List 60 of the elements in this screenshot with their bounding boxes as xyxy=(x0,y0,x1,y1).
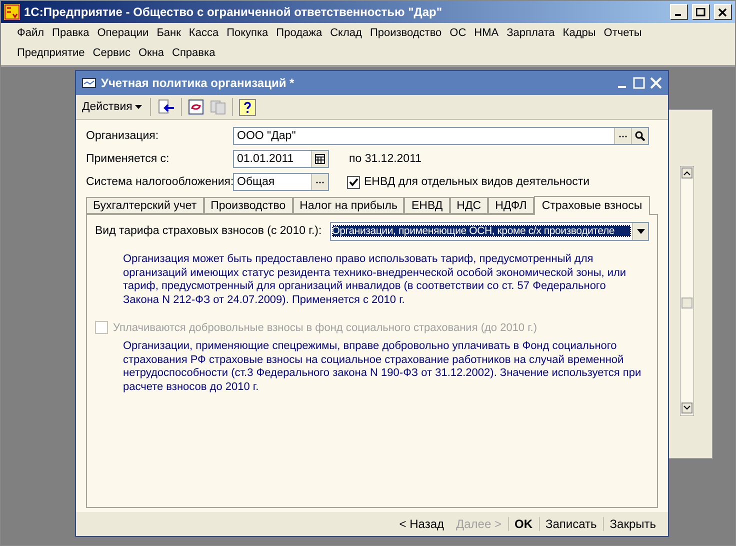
help-icon xyxy=(239,98,256,116)
checkbox-label: ЕНВД для отдельных видов деятельности xyxy=(364,176,590,188)
tab[interactable]: Страховые взносы xyxy=(534,196,650,215)
menu-item[interactable]: Производство xyxy=(366,27,446,39)
field-label: Организация: xyxy=(86,130,160,142)
menu-item[interactable]: Окна xyxy=(134,47,168,59)
tab[interactable]: НДС xyxy=(450,197,488,214)
menu-item[interactable]: Операции xyxy=(93,27,153,39)
footer-button[interactable]: Закрыть xyxy=(602,517,662,531)
menu-item[interactable]: Склад xyxy=(326,27,366,39)
voluntary-note: Организации, применяющие спецрежимы, вправе добровольно уплачивать в Фонд социального страхования РФ страховые взносы на социальное страхование работников на случай временной нетрудоспособности (ст.3 Федерального закона N 190-ФЗ от 31.12.2002). Значение используется при расчете взносов до 2010 г. xyxy=(123,340,642,394)
tab[interactable]: ЕНВД xyxy=(404,197,450,214)
maximize-icon[interactable] xyxy=(696,8,706,16)
caret-icon xyxy=(135,105,142,109)
menu-item[interactable]: Сервис xyxy=(88,47,134,59)
menu-item[interactable]: ОС xyxy=(446,27,470,39)
ellipsis-icon[interactable] xyxy=(316,180,324,184)
field-label: Система налогообложения: xyxy=(86,176,233,188)
period-end-text: по 31.12.2011 xyxy=(349,153,422,165)
menu-item[interactable]: Отчеты xyxy=(600,27,646,39)
menu-item[interactable]: Предприятие xyxy=(13,47,89,59)
footer-button[interactable]: Записать xyxy=(538,517,603,531)
document-arrow-icon xyxy=(157,99,176,115)
search-icon[interactable] xyxy=(635,131,645,141)
refresh-icon xyxy=(188,99,204,115)
tab[interactable]: Производство xyxy=(204,197,293,214)
tab[interactable]: Налог на прибыль xyxy=(292,197,404,214)
menu-item[interactable]: Банк xyxy=(152,27,185,39)
app-logo-icon xyxy=(4,4,20,20)
calendar-icon[interactable] xyxy=(315,154,325,164)
menu-item[interactable]: Правка xyxy=(48,27,94,39)
menu-item[interactable]: Кадры xyxy=(558,27,600,39)
menu-item[interactable]: НМА xyxy=(470,27,503,39)
menu-item[interactable]: Зарплата xyxy=(502,27,559,39)
menu-item[interactable]: Продажа xyxy=(272,27,326,39)
tariff-note: Организация может быть предоставлено право использовать тариф, предусмотренный для организаций имеющих статус резидента технико-внедренческой особой экономической зоны, или тариф, предусмотренный для организаций инвалидов (в соответствии со ст. 57 Федерального Закона N 212-ФЗ от 24.07.2009). Применяется с 2010 г. xyxy=(123,253,628,307)
menu-item[interactable]: Касса xyxy=(184,27,223,39)
documents-icon xyxy=(210,99,226,115)
tariff-select[interactable]: Организации, применяющие ОСН, кроме с/х производителе xyxy=(330,222,649,240)
actions-menu[interactable]: Действия xyxy=(80,101,144,113)
menu-item[interactable]: Файл xyxy=(13,27,48,39)
window-title: 1С:Предприятие - Общество с ограниченной ответственностью "Дар" xyxy=(24,5,444,19)
tariff-label: Вид тарифа страховых взносов (с 2010 г.): xyxy=(95,225,322,237)
tab[interactable]: Бухгалтерский учет xyxy=(86,197,204,214)
checkbox-label: Уплачиваются добровольные взносы в фонд социального страхования (до 2010 г.) xyxy=(113,322,537,334)
tax-system-field[interactable]: Общая xyxy=(233,173,329,191)
menu-item[interactable]: Покупка xyxy=(222,27,272,39)
field-label: Применяется с: xyxy=(86,153,170,165)
ellipsis-icon[interactable] xyxy=(619,134,627,138)
organization-field[interactable]: ООО "Дар" xyxy=(233,127,649,145)
footer-button[interactable]: OK xyxy=(508,517,538,531)
footer-button[interactable]: < Назад xyxy=(393,517,450,531)
checkbox[interactable] xyxy=(347,176,360,188)
tab[interactable]: НДФЛ xyxy=(488,197,534,214)
dropdown-icon[interactable] xyxy=(636,228,644,234)
date-field[interactable]: 01.01.2011 xyxy=(233,150,329,168)
dialog-title: Учетная политика организаций * xyxy=(101,76,296,90)
form-icon xyxy=(82,78,96,88)
close-icon[interactable] xyxy=(718,8,728,16)
menu-item[interactable]: Справка xyxy=(168,47,220,59)
